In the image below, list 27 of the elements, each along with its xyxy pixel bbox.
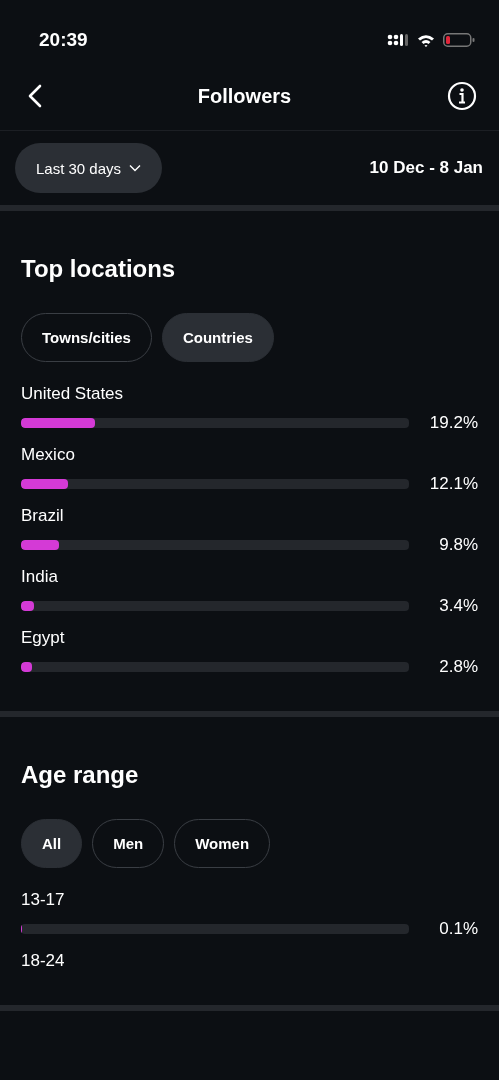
percent-value: 3.4% bbox=[439, 596, 478, 616]
row-label: 13-17 bbox=[21, 890, 66, 910]
signal-icon bbox=[387, 34, 409, 46]
row-label: Egypt bbox=[21, 628, 66, 648]
period-dropdown[interactable]: Last 30 days bbox=[15, 143, 163, 193]
info-icon[interactable] bbox=[447, 81, 477, 111]
section-title: Top locations bbox=[21, 255, 177, 283]
section-title: Age range bbox=[21, 761, 140, 789]
row-label: Brazil bbox=[21, 506, 65, 526]
page-title: Followers bbox=[197, 84, 292, 108]
chevron-icon bbox=[129, 164, 142, 172]
row-label: Mexico bbox=[21, 445, 76, 465]
percent-value: 0.1% bbox=[439, 919, 478, 939]
date-range: 10 Dec - 8 Jan bbox=[369, 158, 483, 178]
status-time: 20:39 bbox=[39, 29, 88, 51]
percent-value: 19.2% bbox=[429, 413, 478, 433]
filter-tab[interactable]: All bbox=[21, 819, 83, 868]
row-label: India bbox=[21, 567, 59, 587]
filter-tab[interactable]: Countries bbox=[161, 313, 274, 362]
percent-value: 12.1% bbox=[429, 474, 478, 494]
wifi-icon bbox=[417, 33, 435, 47]
percent-value: 9.8% bbox=[439, 535, 478, 555]
percent-value: 2.8% bbox=[439, 657, 478, 677]
row-label: United States bbox=[21, 384, 125, 404]
battery-icon bbox=[443, 33, 475, 47]
row-label: 18-24 bbox=[21, 951, 66, 971]
back-icon[interactable] bbox=[28, 84, 42, 108]
